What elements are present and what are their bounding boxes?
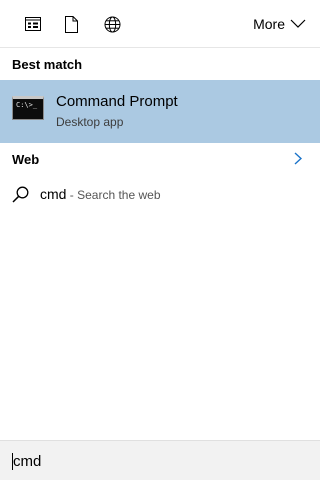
more-filters-button[interactable]: More [253,14,306,34]
chevron-right-icon[interactable] [294,152,303,170]
search-filter-toolbar: More [0,0,320,48]
web-suggestion-item[interactable]: cmd - Search the web [0,180,320,208]
search-icon [12,186,29,208]
chevron-down-icon [290,19,306,29]
search-input[interactable]: cmd [0,440,320,480]
web-suggestion-query: cmd [40,186,67,202]
web-section-header[interactable]: Web [0,146,320,172]
best-match-heading: Best match [12,57,83,72]
search-input-value: cmd [13,453,42,470]
web-suggestion-suffix: - Search the web [66,188,161,202]
command-prompt-icon: C:\>_ [12,96,44,120]
web-filter-icon[interactable] [102,14,122,34]
documents-filter-icon[interactable] [61,14,81,34]
best-match-item-command-prompt[interactable]: C:\>_ Command Prompt Desktop app [0,80,320,143]
more-label: More [253,16,285,32]
apps-filter-icon[interactable] [23,14,43,34]
command-prompt-icon-text: C:\>_ [16,101,38,109]
web-suggestion-text: cmd - Search the web [40,186,161,202]
best-match-title: Command Prompt [56,93,178,110]
best-match-subtitle: Desktop app [56,115,124,129]
web-heading: Web [12,152,40,167]
